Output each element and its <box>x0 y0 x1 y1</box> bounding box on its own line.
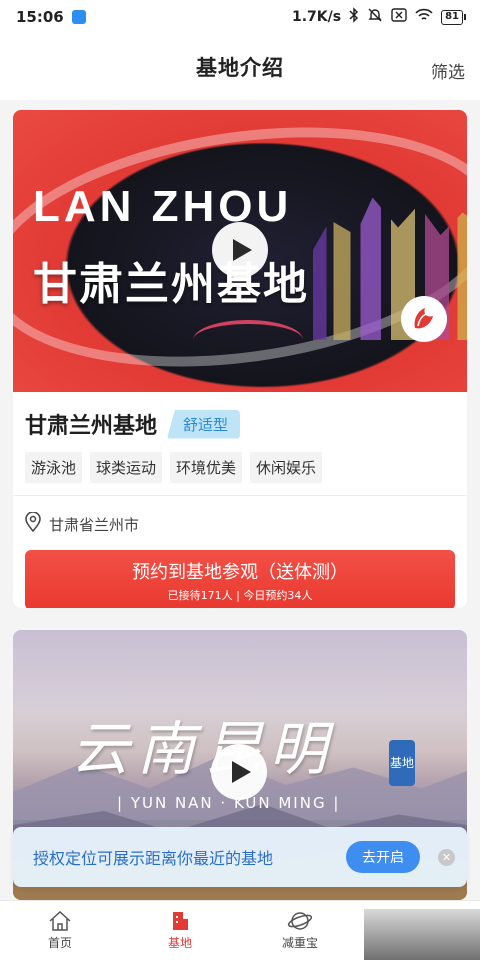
network-speed: 1.7K/s <box>291 9 342 25</box>
nav-label: 首页 <box>47 936 72 950</box>
feature-tags: 游泳池 球类运动 环境优美 休闲娱乐 <box>25 452 455 483</box>
base-location: 甘肃省兰州市 <box>25 511 455 536</box>
location-text: 甘肃省兰州市 <box>49 515 140 534</box>
play-icon <box>232 761 251 783</box>
status-time: 15:06 <box>16 8 64 26</box>
bottom-nav: 首页 基地 减重宝 <box>0 900 480 960</box>
location-prompt-text: 授权定位可展示距离你最近的基地 <box>33 849 274 868</box>
cover-title-cn: 甘肃兰州基地 <box>33 259 309 310</box>
play-video-button[interactable] <box>211 744 267 800</box>
mute-bell-icon <box>367 7 383 27</box>
feature-tag: 游泳池 <box>25 452 83 483</box>
cover-stamp: 基地 <box>389 740 415 786</box>
cover-title-cn: 云南昆明 <box>71 715 336 783</box>
building-icon <box>173 912 188 930</box>
sim-card-icon <box>391 8 407 26</box>
base-name: 甘肃兰州基地 <box>25 414 158 439</box>
bluetooth-icon <box>349 7 359 27</box>
feature-tag: 球类运动 <box>90 452 163 483</box>
page-title: 基地介绍 <box>196 56 284 80</box>
nav-item-home[interactable]: 首页 <box>0 901 120 960</box>
play-icon <box>233 239 252 261</box>
nav-label: 减重宝 <box>281 936 318 950</box>
play-video-button[interactable] <box>212 222 268 278</box>
status-bar: 15:06 1.7K/s 81 <box>0 0 480 34</box>
close-icon[interactable]: ✕ <box>438 848 455 866</box>
nav-label: 基地 <box>167 936 192 950</box>
location-permission-banner: 授权定位可展示距离你最近的基地 去开启 ✕ <box>13 827 467 887</box>
base-type-tag: 舒适型 <box>167 409 241 439</box>
base-card-lanzhou[interactable]: LAN ZHOU 甘肃兰州基地 甘肃兰州基地 舒适型 游泳池 球类运动 环境优美… <box>13 110 467 608</box>
app-notification-icon <box>71 10 86 24</box>
brand-logo-icon <box>401 296 447 342</box>
book-visit-button[interactable]: 预约到基地参观（送体测） 已接待171人 | 今日预约34人 <box>25 550 455 608</box>
battery-level: 81 <box>441 9 463 25</box>
base-video-cover[interactable]: LAN ZHOU 甘肃兰州基地 <box>13 110 467 392</box>
nav-item-base[interactable]: 基地 <box>120 901 240 960</box>
feature-tag: 休闲娱乐 <box>250 452 323 483</box>
booking-stats: 已接待171人 | 今日预约34人 <box>167 588 313 602</box>
feature-tag: 环境优美 <box>170 452 243 483</box>
book-visit-label: 预约到基地参观（送体测） <box>132 561 348 583</box>
home-icon <box>49 910 71 931</box>
nav-extra-thumbnail <box>364 909 480 960</box>
nav-item-weight-loss[interactable]: 减重宝 <box>240 901 360 960</box>
enable-location-button[interactable]: 去开启 <box>346 841 420 873</box>
filter-button[interactable]: 筛选 <box>431 58 465 83</box>
battery-icon: 81 <box>441 9 466 25</box>
location-pin-icon <box>25 511 41 536</box>
page-header: 基地介绍 筛选 <box>0 34 480 100</box>
planet-icon <box>287 912 313 930</box>
wifi-icon <box>415 8 433 26</box>
